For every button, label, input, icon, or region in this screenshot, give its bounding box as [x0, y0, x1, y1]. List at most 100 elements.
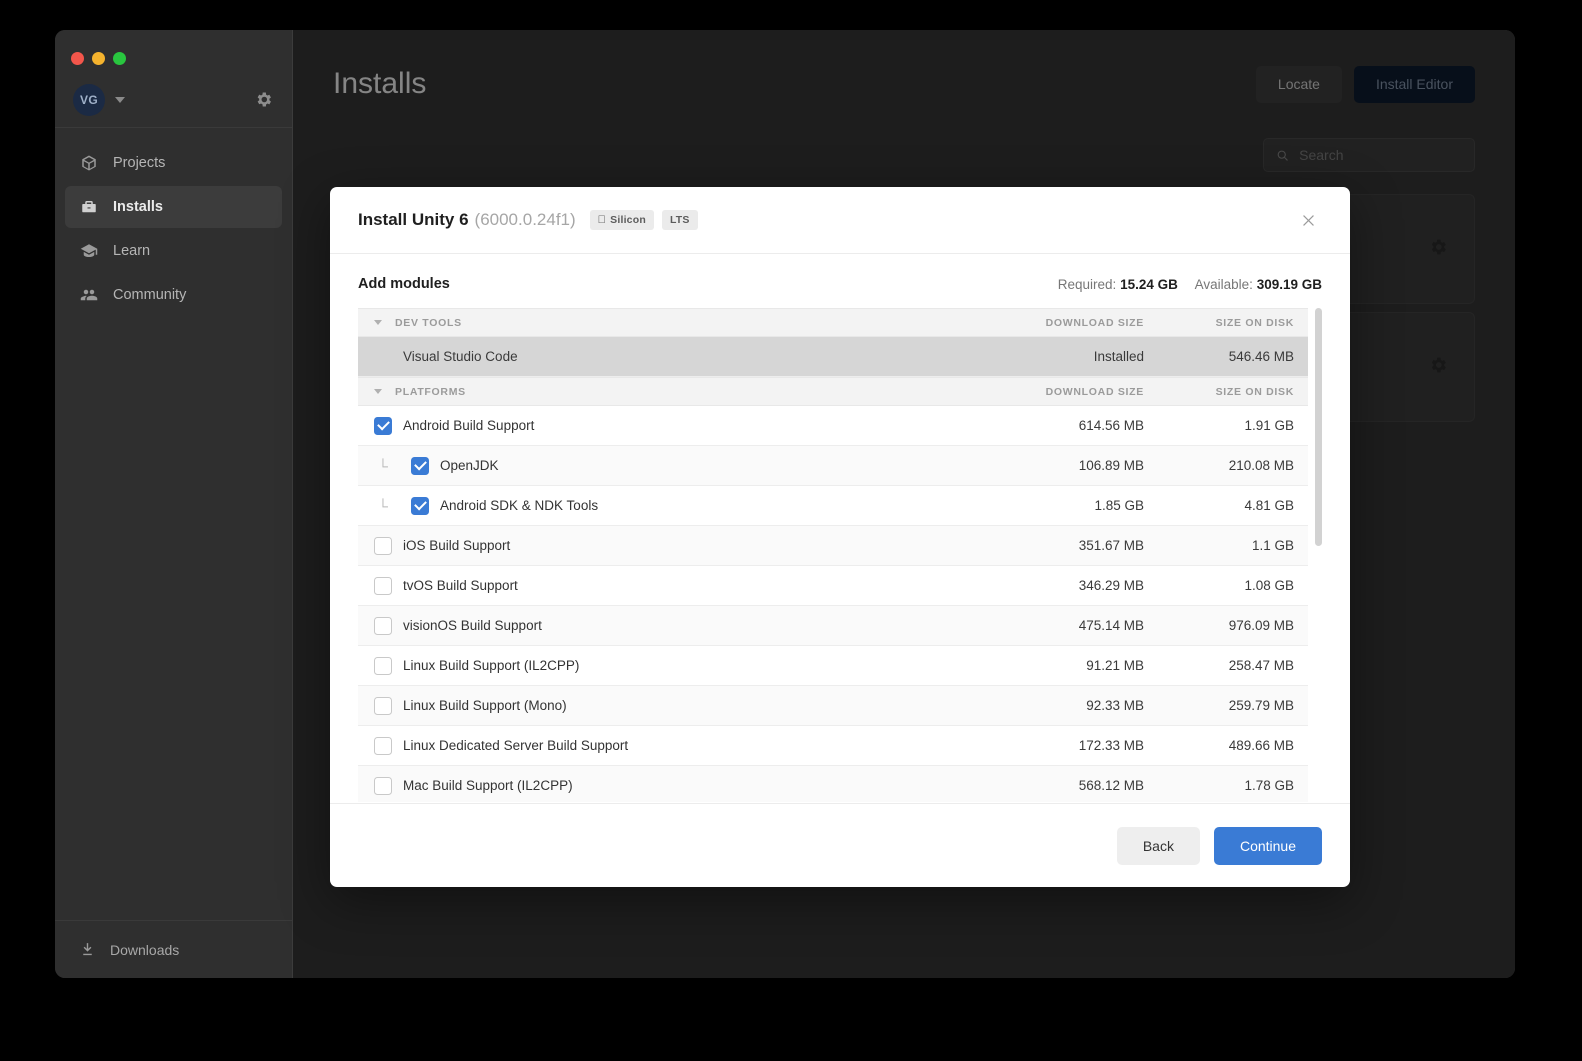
module-download-size: 1.85 GB [1094, 498, 1144, 513]
sidebar-item-community[interactable]: Community [65, 274, 282, 316]
module-label-group: └ OpenJDK [374, 456, 499, 475]
module-size-on-disk: 976.09 MB [1228, 618, 1294, 633]
sidebar: VG Projects Installs Learn Community Dow… [55, 30, 293, 978]
sidebar-item-projects[interactable]: Projects [65, 142, 282, 184]
people-icon [79, 285, 99, 305]
module-list-wrapper: DEV TOOLS DOWNLOAD SIZE SIZE ON DISK Visual… [358, 308, 1322, 803]
chevron-down-icon[interactable] [115, 96, 125, 103]
dialog-title: Install Unity 6 [358, 210, 469, 229]
module-name: Linux Dedicated Server Build Support [403, 738, 629, 753]
sidebar-item-label: Projects [113, 155, 166, 171]
badge-label: LTS [661, 214, 689, 226]
gear-icon[interactable] [252, 89, 274, 111]
module-download-size: 475.14 MB [1078, 618, 1144, 633]
module-label-group: Linux Build Support (IL2CPP) [374, 656, 580, 675]
module-size-on-disk: 258.47 MB [1228, 658, 1294, 673]
avatar[interactable]: VG [73, 83, 105, 116]
module-row[interactable]: tvOS Build Support 346.29 MB 1.08 GB [358, 566, 1308, 606]
sidebar-item-label: Community [113, 287, 187, 303]
module-label-group: iOS Build Support [374, 536, 511, 555]
group-header[interactable]: PLATFORMS DOWNLOAD SIZE SIZE ON DISK [358, 377, 1308, 406]
continue-button[interactable]: Continue [1213, 826, 1322, 865]
scrollbar-thumb[interactable] [1315, 308, 1322, 546]
window-traffic-lights [55, 30, 292, 72]
module-checkbox[interactable] [411, 456, 429, 475]
module-name: Android Build Support [403, 418, 535, 433]
module-name: Linux Build Support (IL2CPP) [403, 658, 580, 673]
chevron-down-icon[interactable] [374, 389, 382, 394]
sidebar-item-learn[interactable]: Learn [65, 230, 282, 272]
account-row[interactable]: VG [55, 72, 292, 128]
column-header-size-on-disk: SIZE ON DISK [1215, 316, 1294, 329]
module-label-group: └ Android SDK & NDK Tools [374, 496, 599, 515]
sidebar-item-label: Learn [113, 243, 151, 259]
add-modules-label: Add modules [358, 276, 450, 292]
module-checkbox[interactable] [374, 776, 392, 795]
dialog-subheader: Add modules Required: 15.24 GB Available… [330, 254, 1350, 308]
size-summary: Required: 15.24 GB Available: 309.19 GB [1058, 277, 1322, 292]
module-name: Android SDK & NDK Tools [440, 498, 599, 513]
module-row[interactable]: Linux Dedicated Server Build Support 172.… [358, 726, 1308, 766]
available-value: 309.19 GB [1256, 276, 1322, 292]
sidebar-item-label: Installs [113, 199, 163, 215]
module-size-on-disk: 1.91 GB [1244, 418, 1294, 433]
toolbox-icon [79, 197, 99, 217]
module-name: visionOS Build Support [403, 618, 542, 633]
module-name: Linux Build Support (Mono) [403, 698, 567, 713]
module-checkbox[interactable] [374, 416, 392, 435]
module-name: iOS Build Support [403, 538, 511, 553]
module-download-size: 346.29 MB [1078, 578, 1144, 593]
module-row[interactable]: iOS Build Support 351.67 MB 1.1 GB [358, 526, 1308, 566]
module-size-on-disk: 210.08 MB [1228, 458, 1294, 473]
module-checkbox[interactable] [374, 536, 392, 555]
status-badge-silicon:  Silicon [589, 210, 654, 230]
column-header-size-on-disk: SIZE ON DISK [1215, 385, 1294, 398]
module-size-on-disk: 259.79 MB [1228, 698, 1294, 713]
dialog-header: Install Unity 6 (6000.0.24f1)  Silicon … [330, 187, 1350, 254]
module-checkbox[interactable] [374, 696, 392, 715]
close-window-button[interactable] [71, 51, 84, 65]
dialog-version: (6000.0.24f1) [474, 210, 576, 229]
module-list[interactable]: DEV TOOLS DOWNLOAD SIZE SIZE ON DISK Visual… [358, 308, 1322, 802]
module-size-on-disk: 1.1 GB [1251, 538, 1294, 553]
close-icon[interactable] [1294, 206, 1322, 234]
module-row[interactable]: visionOS Build Support 475.14 MB 976.09 MB [358, 606, 1308, 646]
module-label-group: tvOS Build Support [374, 576, 518, 595]
required-label: Required: [1057, 276, 1117, 292]
module-checkbox[interactable] [411, 496, 429, 515]
zoom-window-button[interactable] [113, 51, 126, 65]
sidebar-item-installs[interactable]: Installs [65, 186, 282, 228]
module-row[interactable]: Linux Build Support (IL2CPP) 91.21 MB 258.… [358, 646, 1308, 686]
module-label-group: Visual Studio Code [374, 349, 518, 364]
module-row[interactable]: Mac Build Support (IL2CPP) 568.12 MB 1.78 … [358, 766, 1308, 802]
group-header[interactable]: DEV TOOLS DOWNLOAD SIZE SIZE ON DISK [358, 308, 1308, 337]
graduation-cap-icon [79, 241, 99, 261]
module-download-size: 172.33 MB [1078, 738, 1144, 753]
module-size-on-disk: 1.08 GB [1244, 578, 1294, 593]
chevron-down-icon[interactable] [374, 320, 382, 325]
module-row[interactable]: Android Build Support 614.56 MB 1.91 GB [358, 406, 1308, 446]
module-download-size: 92.33 MB [1086, 698, 1144, 713]
module-checkbox[interactable] [374, 616, 392, 635]
back-button[interactable]: Back [1116, 826, 1200, 865]
minimize-window-button[interactable] [92, 51, 105, 65]
module-size-on-disk: 546.46 MB [1228, 349, 1294, 364]
module-row[interactable]: Linux Build Support (Mono) 92.33 MB 259.79… [358, 686, 1308, 726]
module-checkbox[interactable] [374, 736, 392, 755]
module-checkbox[interactable] [374, 656, 392, 675]
download-icon [83, 943, 92, 956]
scrollbar[interactable] [1315, 308, 1322, 802]
unity-hub-window: VG Projects Installs Learn Community Dow… [55, 30, 1515, 978]
module-name: tvOS Build Support [403, 578, 518, 593]
sidebar-item-downloads[interactable]: Downloads [55, 920, 292, 978]
sidebar-item-label: Downloads [110, 941, 180, 958]
badge-label: Silicon [601, 214, 646, 226]
module-label-group: Mac Build Support (IL2CPP) [374, 776, 573, 795]
module-label-group: Linux Dedicated Server Build Support [374, 736, 629, 755]
module-row[interactable]: └ Android SDK & NDK Tools 1.85 GB 4.81 GB [358, 486, 1308, 526]
column-header-download-size: DOWNLOAD SIZE [1045, 316, 1144, 329]
module-name: OpenJDK [440, 458, 499, 473]
module-row[interactable]: └ OpenJDK 106.89 MB 210.08 MB [358, 446, 1308, 486]
module-row[interactable]: Visual Studio Code Installed 546.46 MB [358, 337, 1308, 377]
module-checkbox[interactable] [374, 576, 392, 595]
